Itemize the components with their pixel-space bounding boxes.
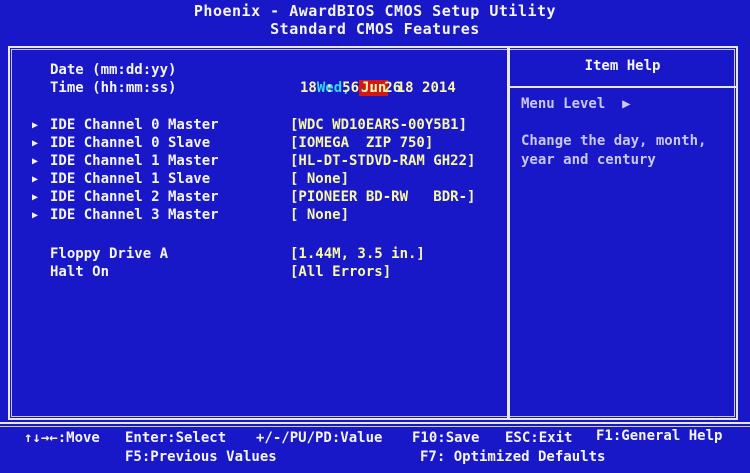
ide-channel-0-master-value[interactable]: [WDC WD10EARS-00Y5B1]: [290, 116, 467, 134]
ide-channel-3-master-value[interactable]: [ None]: [290, 206, 349, 224]
time-value[interactable]: 18 : 56 : 26: [300, 79, 401, 97]
submenu-arrow-icon: ▶: [32, 138, 39, 149]
app-title: Phoenix - AwardBIOS CMOS Setup Utility: [193, 2, 557, 20]
submenu-arrow-icon: ▶: [32, 210, 39, 221]
title-block: Phoenix - AwardBIOS CMOS Setup Utility S…: [0, 2, 750, 38]
footer-exit-hint: ESC:Exit: [505, 430, 573, 446]
submenu-arrow-icon: ▶: [32, 174, 39, 185]
footer-general-help-hint: F1:General Help: [596, 428, 723, 444]
date-label: Date (mm:dd:yy): [50, 62, 177, 78]
footer-save-hint: F10:Save: [412, 430, 480, 446]
item-help-title: Item Help: [584, 58, 661, 74]
halt-on-value[interactable]: [All Errors]: [290, 263, 391, 281]
time-label: Time (hh:mm:ss): [50, 80, 177, 96]
ide-channel-0-slave-value[interactable]: [IOMEGA ZIP 750]: [290, 134, 433, 152]
submenu-arrow-icon: ▶: [32, 156, 39, 167]
footer-divider: [0, 422, 750, 424]
help-text-line-2: year and century: [521, 152, 656, 168]
footer-value-hint: +/-/PU/PD:Value: [256, 430, 383, 446]
ide-channel-1-master-label[interactable]: IDE Channel 1 Master: [50, 152, 219, 170]
ide-channel-3-master-label[interactable]: IDE Channel 3 Master: [50, 206, 219, 224]
help-text-line-1: Change the day, month,: [521, 133, 707, 149]
ide-channel-1-slave-label[interactable]: IDE Channel 1 Slave: [50, 170, 210, 188]
submenu-arrow-icon: ▶: [32, 192, 39, 203]
halt-on-label: Halt On: [50, 264, 110, 280]
ide-channel-2-master-value[interactable]: [PIONEER BD-RW BDR-]: [290, 188, 475, 206]
floppy-drive-a-value[interactable]: [1.44M, 3.5 in.]: [290, 245, 425, 263]
ide-channel-2-master-label[interactable]: IDE Channel 2 Master: [50, 188, 219, 206]
footer-move-hint: ↑↓→←:Move: [24, 430, 100, 446]
footer-optimized-defaults-hint: F7: Optimized Defaults: [420, 449, 606, 465]
help-divider: [507, 48, 510, 418]
ide-channel-1-slave-value[interactable]: [ None]: [290, 170, 349, 188]
submenu-arrow-icon: ▶: [32, 120, 39, 131]
footer-previous-values-hint: F5:Previous Values: [125, 449, 277, 465]
help-header-line: [509, 86, 736, 88]
date-day-year[interactable]: 18 2014: [397, 80, 456, 96]
footer-divider-inner: [0, 426, 750, 427]
ide-channel-1-master-value[interactable]: [HL-DT-STDVD-RAM GH22]: [290, 152, 475, 170]
floppy-drive-a-label: Floppy Drive A: [50, 246, 169, 262]
footer-select-hint: Enter:Select: [125, 430, 227, 446]
menu-level-text: Menu Level ▶: [521, 96, 631, 112]
page-title: Standard CMOS Features: [270, 20, 480, 38]
ide-channel-0-slave-label[interactable]: IDE Channel 0 Slave: [50, 134, 210, 152]
ide-channel-0-master-label[interactable]: IDE Channel 0 Master: [50, 116, 219, 134]
